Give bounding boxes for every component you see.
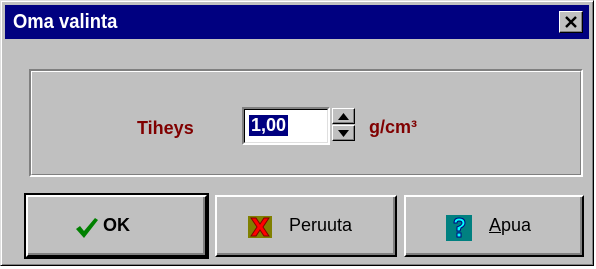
title-bar[interactable]: Oma valinta bbox=[5, 5, 589, 39]
density-value[interactable]: 1,00 bbox=[249, 115, 289, 136]
help-button[interactable]: Apua bbox=[404, 195, 584, 257]
density-input[interactable]: 1,00 bbox=[242, 107, 330, 145]
window-title: Oma valinta bbox=[13, 11, 118, 33]
density-label: Tiheys bbox=[137, 118, 194, 138]
help-underline-letter: A bbox=[489, 215, 502, 235]
help-button-label: Apua bbox=[489, 215, 531, 236]
arrow-down-icon bbox=[338, 130, 349, 137]
red-x-icon bbox=[248, 216, 272, 238]
ok-button-label: OK bbox=[103, 215, 130, 235]
cancel-button[interactable]: Peruuta bbox=[215, 195, 397, 257]
close-x-icon bbox=[565, 16, 577, 28]
close-button[interactable] bbox=[559, 11, 583, 33]
spin-up-button[interactable] bbox=[332, 108, 355, 124]
spin-down-button[interactable] bbox=[332, 125, 355, 141]
arrow-up-icon bbox=[338, 113, 349, 120]
checkmark-icon bbox=[76, 218, 98, 238]
help-rest-letters: pua bbox=[501, 215, 532, 235]
cancel-button-label: Peruuta bbox=[289, 215, 353, 235]
density-unit-label: g/cm³ bbox=[369, 117, 418, 137]
dialog-window: Oma valinta Tiheys 1,00 g/cm³ OK Peruuta bbox=[0, 0, 594, 266]
ok-button[interactable]: OK bbox=[24, 193, 209, 259]
question-mark-icon bbox=[446, 215, 472, 241]
